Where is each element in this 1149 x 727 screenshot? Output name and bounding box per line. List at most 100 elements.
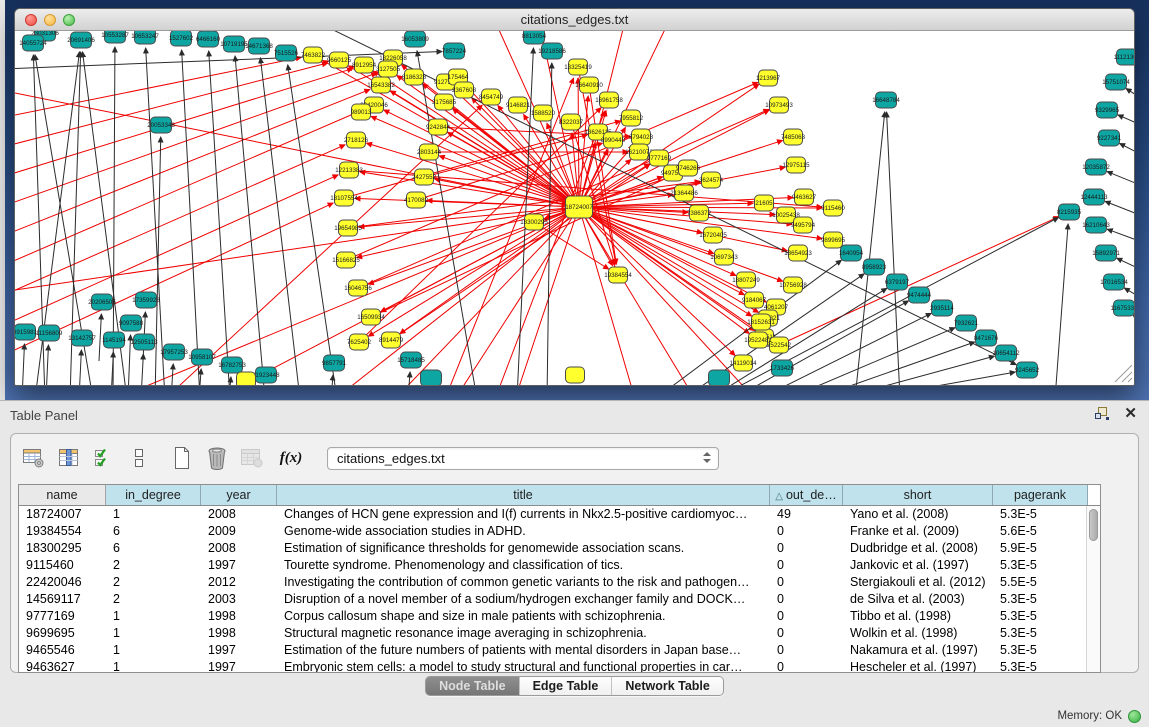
graph-node[interactable]: 9474444	[907, 287, 932, 303]
graph-node[interactable]: 15718485	[397, 352, 425, 368]
graph-node[interactable]: 15166825	[332, 252, 360, 268]
tab-network-table[interactable]: Network Table	[611, 677, 723, 695]
graph-node[interactable]: 6794028	[629, 129, 654, 145]
graph-node[interactable]: 6466160	[196, 31, 221, 47]
graph-edge-black[interactable]	[182, 50, 200, 385]
graph-edge-red[interactable]	[15, 73, 377, 209]
graph-edge-black[interactable]	[887, 112, 900, 385]
table-row[interactable]: 1872400712008Changes of HCN gene express…	[19, 506, 1100, 523]
graph-node[interactable]: 11675338	[1110, 300, 1134, 316]
graph-node[interactable]: 6379197	[885, 274, 910, 290]
graph-node[interactable]: 11156809	[36, 325, 63, 341]
graph-node[interactable]: 21364486	[670, 185, 698, 201]
graph-node[interactable]: 3915981	[15, 324, 38, 340]
graph-node[interactable]: 3624574	[699, 172, 724, 188]
graph-edge-black[interactable]	[22, 344, 24, 385]
function-builder-icon[interactable]: f(x)	[278, 444, 304, 472]
graph-node[interactable]: 14119014	[729, 355, 757, 371]
graph-node[interactable]: 8813054	[522, 31, 547, 44]
table-row[interactable]: 911546021997Tourette syndrome. Phenomeno…	[19, 557, 1100, 574]
graph-node[interactable]: 10756928	[779, 277, 807, 293]
graph-edge-black[interactable]	[1107, 229, 1134, 245]
graph-node[interactable]: 8454749	[479, 89, 504, 105]
column-header-short[interactable]: short	[843, 485, 993, 505]
graph-node[interactable]: 2427552	[412, 169, 437, 185]
graph-node[interactable]: 3175685	[432, 94, 457, 110]
graph-node[interactable]: 8215935	[1057, 204, 1082, 220]
graph-node[interactable]: 8990448	[601, 132, 626, 148]
graph-edge-red[interactable]	[15, 209, 567, 293]
graph-edge-black[interactable]	[1107, 172, 1134, 189]
graph-node[interactable]: 2935114	[930, 300, 954, 316]
graph-node[interactable]	[421, 370, 442, 385]
graph-node[interactable]: 7857224	[442, 43, 467, 59]
graph-node[interactable]: 16046756	[344, 280, 372, 296]
graph-node[interactable]: 18107554	[330, 190, 358, 206]
graph-node[interactable]: 9097588	[119, 315, 144, 331]
table-scrollbar-thumb[interactable]	[1089, 509, 1098, 541]
graph-node[interactable]: 16648784	[872, 92, 900, 108]
graph-node[interactable]: 12444113	[1080, 189, 1108, 205]
graph-edge-red[interactable]	[579, 207, 766, 302]
graph-node[interactable]: 11923448	[252, 367, 280, 383]
graph-edge-black[interactable]	[1126, 89, 1134, 104]
graph-node[interactable]: 18300295	[520, 214, 548, 230]
graph-edge-black[interactable]	[1133, 316, 1134, 329]
graph-node[interactable]	[709, 370, 730, 385]
graph-node[interactable]: 8914479	[379, 332, 404, 348]
graph-node[interactable]: 12035872	[1082, 159, 1110, 175]
column-header-out_de[interactable]: △out_de…	[770, 485, 843, 505]
graph-node[interactable]: 17957253	[160, 344, 188, 360]
graph-edge-black[interactable]	[1105, 201, 1134, 219]
row-select-icon[interactable]	[91, 444, 117, 472]
graph-edge-black[interactable]	[46, 345, 48, 385]
column-select-icon[interactable]	[56, 444, 82, 472]
graph-node[interactable]: 13325419	[564, 59, 592, 75]
graph-node[interactable]: 18724007	[565, 196, 593, 218]
graph-edge-black[interactable]	[1117, 258, 1134, 274]
graph-node[interactable]: 19384554	[604, 267, 632, 283]
table-scrollbar[interactable]	[1086, 506, 1100, 672]
graph-edge-black[interactable]	[787, 328, 955, 385]
graph-node[interactable]: 1733426	[770, 360, 795, 376]
graph-edge-black[interactable]	[1118, 115, 1134, 129]
graph-node[interactable]: 8912954	[352, 57, 377, 73]
table-row[interactable]: 946362711997Embryonic stem cells: a mode…	[19, 659, 1100, 673]
graph-node[interactable]: 10958107	[188, 349, 216, 365]
rows-icon[interactable]	[126, 444, 152, 472]
graph-node[interactable]: 9242844	[426, 119, 451, 135]
graph-node[interactable]: 7463822	[301, 47, 326, 63]
graph-node[interactable]: 14671368	[245, 38, 273, 54]
graph-edge-red[interactable]	[448, 132, 579, 207]
graph-node[interactable]: 16053809	[401, 31, 429, 47]
column-header-name[interactable]: name	[19, 485, 106, 505]
close-panel-icon[interactable]: ✕	[1124, 407, 1137, 421]
graph-edge-red[interactable]	[335, 207, 579, 385]
graph-node[interactable]: 9777169	[647, 150, 672, 166]
graph-node[interactable]: 1145194	[102, 332, 126, 348]
graph-node[interactable]: 8322037	[559, 114, 584, 130]
graph-node[interactable]: 1527602	[169, 31, 194, 46]
graph-node[interactable]: 9899695	[821, 232, 846, 248]
graph-node[interactable]: 17359928	[132, 292, 160, 308]
graph-node[interactable]: 16640910	[575, 77, 603, 93]
table-row[interactable]: 1938455462009Genome-wide association stu…	[19, 523, 1100, 540]
column-header-title[interactable]: title	[277, 485, 770, 505]
graph-edge-red[interactable]	[579, 207, 695, 385]
graph-edge-red[interactable]	[357, 207, 579, 258]
column-header-in_degree[interactable]: in_degree	[106, 485, 201, 505]
graph-edge-red[interactable]	[15, 203, 333, 359]
tab-node-table[interactable]: Node Table	[426, 677, 518, 695]
graph-node[interactable]: 21605	[755, 195, 774, 211]
graph-node[interactable]: 10553287	[101, 31, 129, 43]
graph-node[interactable]: 15892971	[1092, 245, 1120, 261]
graph-node[interactable]: 2367608	[452, 82, 477, 98]
graph-edge-black[interactable]	[813, 342, 975, 385]
graph-node[interactable]: 1640954	[839, 245, 864, 261]
graph-node[interactable]: 9495794	[791, 217, 816, 233]
graph-node[interactable]: 7485063	[781, 129, 806, 145]
graph-node[interactable]: 15751074	[1102, 74, 1130, 90]
graph-node[interactable]: 14055724	[19, 35, 47, 51]
graph-node[interactable]: 10973493	[765, 97, 793, 113]
graph-node[interactable]: 20206505	[88, 294, 116, 310]
